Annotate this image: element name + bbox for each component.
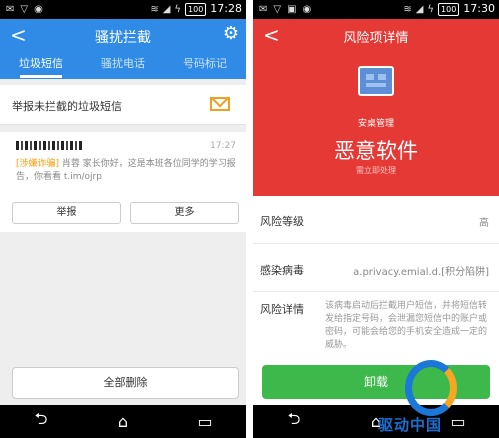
- delete-all-button[interactable]: 全部删除: [12, 367, 239, 399]
- nav-back-icon[interactable]: ⮌: [279, 408, 309, 435]
- nav-bar: ⮌ ⌂ ▭: [0, 405, 246, 438]
- report-button[interactable]: 举报: [12, 202, 121, 224]
- status-bar: ✉ ▽ ▣ ◉ ≋ ◢ ϟ 100 17:30: [253, 0, 499, 19]
- header: < 骚扰拦截 ⚙: [0, 19, 246, 53]
- android-icon: ◉: [302, 4, 312, 15]
- risk-detail-text: 该病毒启动后拦截用户短信，并将短信转发给指定号码，会泄漏您短信中的账户或密码，可…: [325, 301, 488, 350]
- page-title: 骚扰拦截: [95, 30, 151, 46]
- shield-icon: ▽: [273, 4, 282, 15]
- more-button[interactable]: 更多: [130, 202, 239, 224]
- page-title: 风险项详情: [343, 31, 409, 46]
- nav-bar: ⮌ ⌂ ▭: [253, 405, 499, 438]
- message-body: [涉嫌诈骗] 肖蓉 家长你好，这是本班各位同学的学习报告，你看看 t.im/oj…: [16, 158, 236, 184]
- mail-icon: [210, 97, 230, 111]
- risk-level-label: 风险等级: [260, 215, 304, 228]
- message-icon: ✉: [259, 4, 268, 15]
- message-time: 17:27: [210, 141, 236, 151]
- charging-icon: ϟ: [174, 3, 182, 15]
- left-screen: ✉ ▽ ◉ ≋ ◢ ϟ 100 17:28 < 骚扰拦截 ⚙ 垃圾短信 骚扰电话…: [0, 0, 246, 438]
- tab-bar: 垃圾短信 骚扰电话 号码标记: [0, 53, 246, 79]
- risk-header: < 风险项详情 安桌管理 恶意软件 需立即处理: [253, 19, 499, 196]
- risk-level-value: 高: [479, 218, 489, 229]
- status-time: 17:30: [463, 2, 495, 15]
- fraud-tag: [涉嫌诈骗]: [16, 159, 60, 169]
- nav-home-icon[interactable]: ⌂: [108, 412, 138, 431]
- sender-redacted: [16, 141, 84, 150]
- app-icon: [358, 66, 394, 96]
- message-icon: ✉: [6, 4, 15, 15]
- tab-number-marks[interactable]: 号码标记: [164, 53, 246, 79]
- screen-divider: [246, 0, 253, 438]
- status-bar: ✉ ▽ ◉ ≋ ◢ ϟ 100 17:28: [0, 0, 246, 19]
- tab-spam-sms[interactable]: 垃圾短信: [0, 53, 82, 79]
- gear-icon[interactable]: ⚙: [223, 24, 239, 44]
- charging-icon: ϟ: [427, 3, 435, 15]
- report-unblocked-row[interactable]: 举报未拦截的垃圾短信: [0, 85, 246, 125]
- battery-level: 100: [438, 2, 460, 16]
- risk-level-row: 风险等级 高: [253, 196, 499, 244]
- app-icon: ▣: [287, 4, 297, 15]
- nav-recent-icon[interactable]: ▭: [443, 412, 473, 431]
- app-name: 安桌管理: [357, 119, 394, 129]
- android-icon: ◉: [34, 4, 43, 15]
- battery-level: 100: [185, 2, 207, 16]
- signal-icon: ◢: [415, 3, 424, 15]
- tab-spam-calls[interactable]: 骚扰电话: [82, 53, 164, 79]
- watermark-text: 驱动中国: [378, 416, 443, 434]
- virus-value: a.privacy.emial.d.[积分陷阱]: [353, 267, 489, 278]
- nav-recent-icon[interactable]: ▭: [190, 412, 220, 431]
- risk-type: 恶意软件: [334, 139, 418, 163]
- virus-row: 感染病毒 a.privacy.emial.d.[积分陷阱]: [253, 244, 499, 292]
- status-time: 17:28: [210, 2, 242, 15]
- virus-label: 感染病毒: [260, 264, 304, 277]
- right-screen: ✉ ▽ ▣ ◉ ≋ ◢ ϟ 100 17:30 < 风险项详情 安桌管理 恶意软…: [253, 0, 499, 438]
- risk-hint: 需立即处理: [356, 166, 396, 175]
- watermark-logo-icon: [405, 360, 457, 416]
- shield-icon: ▽: [20, 4, 29, 15]
- nav-back-icon[interactable]: ⮌: [26, 408, 56, 435]
- wifi-icon: ≋: [403, 3, 412, 15]
- message-actions: 举报 更多: [12, 202, 239, 224]
- report-label: 举报未拦截的垃圾短信: [12, 100, 122, 113]
- risk-detail-row: 风险详情 该病毒启动后拦截用户短信，并将短信转发给指定号码，会泄漏您短信中的账户…: [253, 292, 499, 356]
- signal-icon: ◢: [162, 3, 171, 15]
- wifi-icon: ≋: [150, 3, 159, 15]
- risk-detail-label: 风险详情: [260, 303, 304, 316]
